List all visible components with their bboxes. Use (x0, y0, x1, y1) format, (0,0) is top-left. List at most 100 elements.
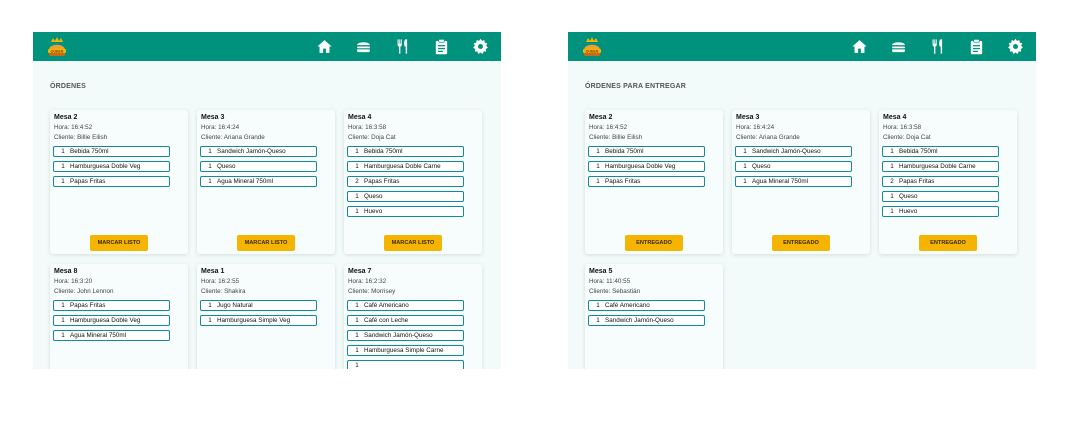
queen-logo[interactable]: QUEEN (581, 36, 603, 58)
item-name: Hamburguesa Doble Veg (70, 317, 141, 324)
logo-text: QUEEN (51, 49, 64, 53)
delivered-button[interactable]: ENTREGADO (919, 235, 977, 251)
order-card: Mesa 4 Hora: 16:3:58 Cliente: Doja Cat 1 Beb… (879, 110, 1017, 254)
item-name: Agua Mineral 750ml (752, 178, 809, 185)
order-item: 1 Huevo (882, 206, 999, 217)
item-quantity: 1 (208, 302, 212, 309)
item-quantity: 1 (890, 193, 894, 200)
item-quantity: 1 (355, 362, 359, 369)
item-name: Sandwich Jamón-Queso (605, 317, 674, 324)
item-quantity: 1 (596, 178, 600, 185)
order-customer: Cliente: Ariana Grande (201, 134, 265, 141)
order-item: 1 Hamburguesa Simple Carne (347, 345, 464, 356)
order-items: 1 Bebida 750ml 1 Hamburguesa Doble Carne 2 Pa… (347, 146, 464, 221)
order-item: 1 Queso (735, 161, 852, 172)
item-quantity: 1 (596, 163, 600, 170)
order-item: 1 Bebida 750ml (588, 146, 705, 157)
item-name: Sandwich Jamón-Queso (364, 332, 433, 339)
order-item: 1 Papas Fritas (588, 176, 705, 187)
order-item: 1 Bebida 750ml (882, 146, 999, 157)
item-name: Hamburguesa Doble Carne (899, 163, 976, 170)
order-card: Mesa 3 Hora: 16:4:24 Cliente: Ariana Grand… (732, 110, 870, 254)
order-items: 1 Sandwich Jamón-Queso 1 Queso 1 Agua Mineral… (735, 146, 852, 191)
item-quantity: 1 (355, 208, 359, 215)
clipboard-icon[interactable] (967, 38, 985, 56)
order-time: Hora: 11:40:55 (589, 278, 631, 285)
item-quantity: 1 (743, 163, 747, 170)
order-time: Hora: 16:3:58 (883, 124, 922, 131)
mark-ready-button[interactable]: MARCAR LISTO (90, 235, 148, 251)
order-item: 1 Queso (200, 161, 317, 172)
item-name: Queso (899, 193, 918, 200)
gear-icon[interactable] (1006, 38, 1024, 56)
order-card: Mesa 4 Hora: 16:3:58 Cliente: Doja Cat 1 Beb… (344, 110, 482, 254)
item-name: Agua Mineral 750ml (217, 178, 274, 185)
item-quantity: 1 (355, 163, 359, 170)
burger-icon[interactable] (354, 38, 372, 56)
gear-icon[interactable] (471, 38, 489, 56)
item-name: Bebida 750ml (605, 148, 644, 155)
item-quantity: 1 (208, 317, 212, 324)
order-table-number: Mesa 5 (589, 268, 613, 275)
order-time: Hora: 16:4:24 (201, 124, 240, 131)
home-icon[interactable] (850, 38, 868, 56)
order-table-number: Mesa 1 (201, 268, 225, 275)
order-item: 1 Café Americano (588, 300, 705, 311)
order-item: 1 Queso (882, 191, 999, 202)
delivery-panel: QUEEN ÓRDENES PARA ENTREGAR Mesa 2 Hora: … (568, 32, 1036, 369)
item-quantity: 1 (355, 302, 359, 309)
order-item: 1 Hamburguesa Doble Carne (882, 161, 999, 172)
item-name: Bebida 750ml (70, 148, 109, 155)
clipboard-icon[interactable] (432, 38, 450, 56)
order-item: 2 Papas Fritas (882, 176, 999, 187)
page-title: ÓRDENES (50, 83, 87, 90)
page-title: ÓRDENES PARA ENTREGAR (585, 83, 687, 90)
order-table-number: Mesa 3 (201, 114, 225, 121)
item-name: Papas Fritas (70, 302, 106, 309)
order-card: Mesa 2 Hora: 16:4:52 Cliente: Billie Eilis… (50, 110, 188, 254)
order-customer: Cliente: Billie Eilish (54, 134, 108, 141)
delivered-button[interactable]: ENTREGADO (625, 235, 683, 251)
item-name: Hamburguesa Doble Carne (364, 163, 441, 170)
item-quantity: 1 (61, 178, 65, 185)
utensils-icon[interactable] (393, 38, 411, 56)
order-items: 1 Jugo Natural 1 Hamburguesa Simple Veg (200, 300, 317, 330)
item-name: Bebida 750ml (899, 148, 938, 155)
item-quantity: 1 (208, 148, 212, 155)
item-quantity: 1 (61, 332, 65, 339)
utensils-icon[interactable] (928, 38, 946, 56)
order-item: 1 Sandwich Jamón-Queso (347, 330, 464, 341)
order-card: Mesa 1 Hora: 16:2:55 Cliente: Shakira 1 Jugo… (197, 264, 335, 369)
home-icon[interactable] (315, 38, 333, 56)
order-items: 1 Papas Fritas 1 Hamburguesa Doble Veg 1 Agua… (53, 300, 170, 345)
order-item: 1 Café con Leche (347, 315, 464, 326)
order-table-number: Mesa 4 (883, 114, 907, 121)
item-name: Queso (217, 163, 236, 170)
mark-ready-button[interactable]: MARCAR LISTO (237, 235, 295, 251)
order-item: 1 Bebida 750ml (53, 146, 170, 157)
queen-logo[interactable]: QUEEN (46, 36, 68, 58)
delivered-button[interactable]: ENTREGADO (772, 235, 830, 251)
item-quantity: 1 (355, 193, 359, 200)
mark-ready-button[interactable]: MARCAR LISTO (384, 235, 442, 251)
item-quantity: 1 (890, 148, 894, 155)
order-item: 1 Queso (347, 191, 464, 202)
order-table-number: Mesa 2 (54, 114, 78, 121)
order-card: Mesa 7 Hora: 16:2:32 Cliente: Morrisey 1 Caf… (344, 264, 482, 369)
order-card: Mesa 8 Hora: 16:3:20 Cliente: John Lennon 1… (50, 264, 188, 369)
order-time: Hora: 16:4:24 (736, 124, 775, 131)
order-item: 1 Papas Fritas (53, 300, 170, 311)
item-name: Jugo Natural (217, 302, 253, 309)
order-item: 1 Jugo Natural (200, 300, 317, 311)
item-quantity: 1 (355, 317, 359, 324)
burger-icon[interactable] (889, 38, 907, 56)
order-time: Hora: 16:3:58 (348, 124, 387, 131)
item-quantity: 1 (890, 163, 894, 170)
order-card: Mesa 2 Hora: 16:4:52 Cliente: Billie Eilis… (585, 110, 723, 254)
orders-panel: QUEEN ÓRDENES Mesa 2 Hora: 16:4:52 Cliente… (33, 32, 501, 369)
order-customer: Cliente: Doja Cat (348, 134, 396, 141)
order-time: Hora: 16:4:52 (54, 124, 93, 131)
item-name: Café Americano (364, 302, 409, 309)
order-item: 1 Sandwich Jamón-Queso (200, 146, 317, 157)
order-item: 1 Agua Mineral 750ml (200, 176, 317, 187)
